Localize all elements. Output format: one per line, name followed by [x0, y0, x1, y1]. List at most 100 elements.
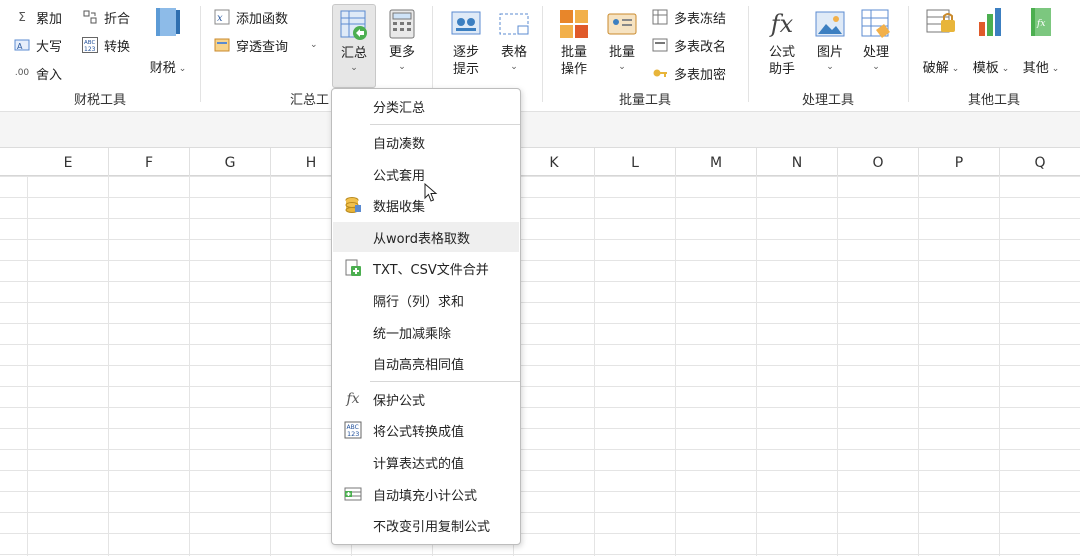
menu-item-auto-match[interactable]: 自动凑数	[333, 127, 519, 157]
penetrate-query-button[interactable]: 穿透查询 ⌄	[214, 34, 318, 56]
svg-text:x: x	[217, 13, 223, 24]
column-header[interactable]: L	[595, 148, 676, 176]
template-button[interactable]: 模板 ⌄	[968, 6, 1014, 77]
batch-operation-label-1: 批量	[560, 45, 587, 60]
table-icon	[498, 8, 530, 40]
abc-123-icon: ABC 123	[333, 415, 373, 445]
penetrate-query-label: 穿透查询	[236, 39, 289, 55]
chevron-down-icon: ⌄	[1001, 63, 1010, 74]
column-header[interactable]: M	[676, 148, 757, 176]
other-tools-label: 其他工具	[967, 93, 1020, 108]
chevron-down-icon: ⌄	[310, 40, 318, 50]
fx-icon: fx	[770, 9, 794, 38]
sigma-icon: Σ	[18, 10, 26, 24]
summary-button[interactable]: 汇总 ⌄	[332, 4, 376, 88]
menu-item-txt-csv-merge[interactable]: TXT、CSV文件合并	[333, 253, 519, 283]
add-function-button[interactable]: x 添加函数	[214, 6, 288, 28]
other-tools-group: 破解 ⌄ 模板 ⌄ fx 其他 ⌄ 其他工具	[908, 0, 1080, 112]
menu-item-unified-arithmetic[interactable]: 统一加减乘除	[333, 317, 519, 347]
crack-button[interactable]: 破解 ⌄	[918, 6, 964, 77]
fold-button[interactable]: 折合	[82, 6, 130, 28]
formula-assistant-button[interactable]: fx 公式 助手	[762, 8, 802, 78]
more-button[interactable]: 更多 ⌄	[382, 8, 422, 73]
step-hint-button[interactable]: 逐步 提示	[446, 8, 486, 78]
fold-label: 折合	[104, 11, 131, 27]
uppercase-icon: A	[14, 37, 30, 53]
chevron-down-icon: ⌄	[350, 63, 358, 73]
batch-tools-group: 批量 操作 批量 ⌄ 多表冻结 多表改名 多表加密 批量工具	[542, 0, 748, 112]
menu-item-formula-to-value[interactable]: ABC 123 将公式转换成值	[333, 415, 519, 445]
add-function-label: 添加函数	[236, 11, 289, 27]
menu-item-label: 不改变引用复制公式	[373, 519, 491, 535]
menu-item-label: 统一加减乘除	[373, 326, 452, 342]
grid-line	[189, 176, 190, 556]
menu-item-alternate-sum[interactable]: 隔行（列）求和	[333, 285, 519, 315]
column-header[interactable]: N	[757, 148, 838, 176]
more-label: 更多	[388, 45, 415, 60]
menu-item-protect-formula[interactable]: fx 保护公式	[333, 384, 519, 414]
process-button[interactable]: 处理 ⌄	[856, 8, 896, 73]
tax-book-icon	[152, 6, 184, 38]
chevron-down-icon: ⌄	[178, 63, 187, 74]
crack-label: 破解	[922, 61, 949, 76]
column-header[interactable]: F	[109, 148, 190, 176]
round-button[interactable]: .00 舍入	[14, 62, 62, 84]
column-header[interactable]: O	[838, 148, 919, 176]
menu-item-label: 保护公式	[373, 393, 426, 409]
menu-item-word-table-extract[interactable]: 从word表格取数	[333, 222, 519, 252]
menu-item-copy-formula-keep-ref[interactable]: 不改变引用复制公式	[333, 510, 519, 540]
multi-freeze-label: 多表冻结	[674, 11, 727, 27]
query-icon	[214, 37, 230, 53]
multi-encrypt-label: 多表加密	[674, 67, 727, 83]
fold-icon	[82, 9, 98, 25]
multi-rename-label: 多表改名	[674, 39, 727, 55]
column-header[interactable]: E	[28, 148, 109, 176]
chevron-down-icon: ⌄	[510, 62, 518, 72]
column-header[interactable]: P	[919, 148, 1000, 176]
formula-assistant-label-1: 公式	[768, 45, 795, 60]
crack-lock-icon	[925, 6, 957, 38]
chevron-down-icon: ⌄	[618, 62, 626, 72]
calculator-icon	[386, 8, 418, 40]
menu-item-label: 从word表格取数	[373, 231, 470, 247]
sum-button[interactable]: Σ 累加	[14, 6, 62, 28]
table-label: 表格	[500, 45, 527, 60]
menu-item-auto-subtotal[interactable]: 自动填充小计公式	[333, 479, 519, 509]
menu-item-label: 数据收集	[373, 199, 426, 215]
grid-line	[270, 176, 271, 556]
menu-item-highlight-duplicates[interactable]: 自动高亮相同值	[333, 348, 519, 378]
batch-label: 批量	[608, 45, 635, 60]
summary-label: 汇总	[340, 46, 367, 61]
batch-operation-button[interactable]: 批量 操作	[554, 8, 594, 78]
add-function-icon: x	[214, 9, 230, 25]
grid-line	[27, 176, 28, 556]
menu-item-label: TXT、CSV文件合并	[373, 262, 489, 278]
other-button[interactable]: fx 其他 ⌄	[1018, 6, 1064, 77]
add-row-icon	[333, 479, 373, 509]
convert-button[interactable]: ABC 123 转换	[82, 34, 130, 56]
multi-rename-button[interactable]: 多表改名	[652, 34, 726, 56]
tax-menu-label: 财税	[149, 61, 176, 76]
table-button[interactable]: 表格 ⌄	[494, 8, 534, 73]
multi-encrypt-button[interactable]: 多表加密	[652, 62, 726, 84]
menu-item-label: 分类汇总	[373, 100, 426, 116]
column-header[interactable]: K	[514, 148, 595, 176]
column-header-bar: E F G H I J K L M N O P Q	[0, 148, 1080, 176]
rename-icon	[652, 37, 668, 53]
svg-text:fx: fx	[1036, 19, 1045, 29]
svg-text:A: A	[17, 42, 23, 51]
menu-item-evaluate-expression[interactable]: 计算表达式的值	[333, 447, 519, 477]
batch-button[interactable]: 批量 ⌄	[602, 8, 642, 73]
column-header[interactable]: G	[190, 148, 271, 176]
menu-separator	[370, 381, 520, 382]
tax-menu-button[interactable]: 财税 ⌄	[146, 6, 190, 77]
file-merge-icon	[333, 253, 373, 283]
ribbon: Σ 累加 折合 A 大写 ABC 123 转换 .00 舍入 财税 ⌄ 财税工具…	[0, 0, 1080, 112]
image-button[interactable]: 图片 ⌄	[810, 8, 850, 73]
batch-id-card-icon	[606, 8, 638, 40]
freeze-icon	[652, 9, 668, 25]
multi-freeze-button[interactable]: 多表冻结	[652, 6, 726, 28]
menu-item-category-summary[interactable]: 分类汇总	[333, 91, 519, 121]
uppercase-button[interactable]: A 大写	[14, 34, 62, 56]
column-header[interactable]: Q	[1000, 148, 1080, 176]
